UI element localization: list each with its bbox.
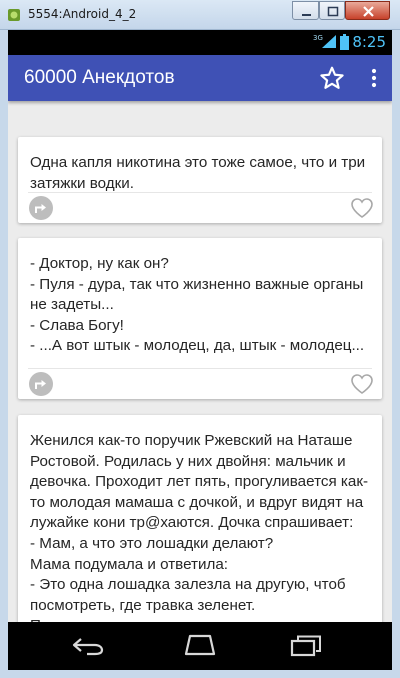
share-button[interactable] xyxy=(29,196,53,220)
card-divider xyxy=(28,368,372,369)
share-icon xyxy=(35,204,46,213)
favorites-button[interactable] xyxy=(319,65,345,91)
minimize-icon xyxy=(302,14,311,16)
battery-icon xyxy=(340,34,349,50)
joke-card: Женился как-то поручик Ржевский на Наташ… xyxy=(18,415,382,622)
back-icon[interactable] xyxy=(71,636,105,656)
app-bar: 60000 Анекдотов xyxy=(8,55,392,101)
joke-text: Женился как-то поручик Ржевский на Наташ… xyxy=(30,432,371,622)
navigation-bar xyxy=(8,622,392,670)
joke-card: - Доктор, ну как он? - Пуля - дура, так … xyxy=(18,238,382,399)
window-border-right xyxy=(392,30,400,678)
share-button[interactable] xyxy=(29,372,53,396)
device-screen: 3G 8:25 60000 Анекдотов Одна капля никот… xyxy=(8,30,392,670)
star-outline-icon xyxy=(320,66,344,89)
status-bar: 3G 8:25 xyxy=(8,30,392,55)
card-divider xyxy=(28,192,372,193)
joke-text: Одна капля никотина это тоже самое, что … xyxy=(30,154,366,192)
android-app-icon xyxy=(8,9,20,21)
home-icon[interactable] xyxy=(182,634,218,656)
heart-outline-icon[interactable] xyxy=(350,197,374,219)
heart-outline-icon[interactable] xyxy=(350,373,374,395)
app-title: 60000 Анекдотов xyxy=(24,67,175,88)
window-title: 5554:Android_4_2 xyxy=(28,7,137,21)
recent-apps-icon[interactable] xyxy=(289,635,323,657)
close-button[interactable] xyxy=(345,1,390,20)
more-vertical-icon xyxy=(371,68,377,88)
maximize-icon xyxy=(327,6,339,17)
close-icon xyxy=(363,6,374,17)
maximize-button[interactable] xyxy=(319,1,345,20)
joke-card: Одна капля никотина это тоже самое, что … xyxy=(18,137,382,223)
status-time: 8:25 xyxy=(352,33,386,51)
overflow-menu-button[interactable] xyxy=(362,65,386,91)
signal-icon xyxy=(322,35,336,48)
minimize-button[interactable] xyxy=(292,1,319,20)
share-icon xyxy=(35,380,46,389)
joke-text: - Доктор, ну как он? - Пуля - дура, так … xyxy=(30,255,365,355)
window-border-bottom xyxy=(0,670,400,678)
window-border-left xyxy=(0,30,8,678)
emulator-window-titlebar: 5554:Android_4_2 xyxy=(0,0,400,30)
joke-feed[interactable]: Одна капля никотина это тоже самое, что … xyxy=(8,101,392,622)
